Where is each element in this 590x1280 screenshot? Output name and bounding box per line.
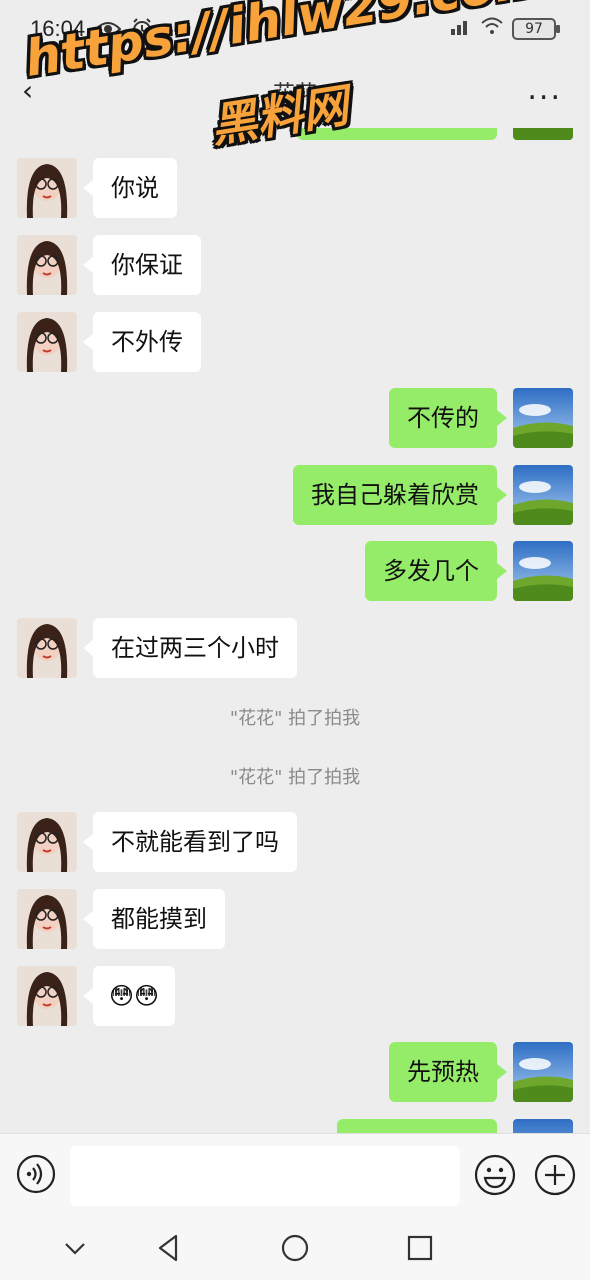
system-message: "花花" 拍了拍我 <box>229 767 361 788</box>
message-row: 你保证 <box>0 235 590 295</box>
chat-title: 花花 <box>272 82 317 107</box>
signal-icon <box>450 16 472 42</box>
self-avatar[interactable] <box>513 541 573 601</box>
message-bubble-self[interactable]: 多发几个 <box>365 541 507 601</box>
self-avatar[interactable] <box>513 388 573 448</box>
voice-icon[interactable] <box>16 1154 56 1194</box>
message-row: 先预热 <box>0 1042 590 1102</box>
system-message: "花花" 拍了拍我 <box>229 708 361 729</box>
message-bubble-contact[interactable]: 你保证 <box>83 235 201 295</box>
status-time: 16:04 <box>30 16 86 41</box>
chat-header: ‹ 花花 ... <box>0 58 590 128</box>
message-row: 不传的 <box>0 388 590 448</box>
input-bar <box>0 1133 590 1217</box>
message-text: 😳😳 <box>109 982 160 1010</box>
message-bubble-self[interactable]: 我自己躲着欣赏 <box>293 465 507 525</box>
message-row: 不就能看到了吗 <box>0 812 590 872</box>
eye-icon <box>95 20 122 38</box>
contact-avatar[interactable] <box>17 312 77 372</box>
alarm-icon <box>131 18 153 40</box>
message-row <box>0 128 590 140</box>
self-avatar[interactable] <box>513 128 573 140</box>
nav-recent-icon[interactable] <box>403 1231 437 1265</box>
system-nav-bar <box>0 1217 590 1280</box>
message-bubble-contact[interactable]: 在过两三个小时 <box>83 618 297 678</box>
more-icon[interactable]: ... <box>527 72 562 107</box>
contact-avatar[interactable] <box>17 812 77 872</box>
message-row: 你说 <box>0 158 590 218</box>
message-row: 不外传 <box>0 312 590 372</box>
contact-avatar[interactable] <box>17 618 77 678</box>
nav-home-icon[interactable] <box>278 1231 312 1265</box>
message-row: 我自己躲着欣赏 <box>0 465 590 525</box>
wifi-icon <box>480 16 504 42</box>
status-bar: 16:04 97 <box>0 0 590 58</box>
battery-icon: 97 <box>512 18 560 40</box>
contact-avatar[interactable] <box>17 235 77 295</box>
emoji-icon[interactable] <box>474 1154 516 1196</box>
message-bubble-self[interactable]: 不传的 <box>389 388 507 448</box>
contact-avatar[interactable] <box>17 158 77 218</box>
message-bubble-contact[interactable]: 你说 <box>83 158 177 218</box>
nav-down-icon[interactable] <box>58 1231 92 1265</box>
plus-icon[interactable] <box>534 1154 576 1196</box>
chat-messages[interactable]: 你说 你保证 不外传 不传的 我自己躲着欣赏 多发几个 在过两三个小时 "花花"… <box>0 128 590 1133</box>
contact-avatar[interactable] <box>17 889 77 949</box>
nav-back-icon[interactable] <box>152 1231 186 1265</box>
message-bubble-contact[interactable]: 都能摸到 <box>83 889 225 949</box>
contact-avatar[interactable] <box>17 966 77 1026</box>
message-row <box>0 1119 590 1133</box>
message-bubble-contact[interactable]: 不外传 <box>83 312 201 372</box>
self-avatar[interactable] <box>513 1119 573 1133</box>
message-bubble-self[interactable]: 先预热 <box>389 1042 507 1102</box>
message-bubble-contact[interactable]: 😳😳 <box>82 966 176 1026</box>
message-row: 在过两三个小时 <box>0 618 590 678</box>
message-row: 都能摸到 <box>0 889 590 949</box>
message-bubble-contact[interactable]: 不就能看到了吗 <box>83 812 297 872</box>
message-row: 😳😳 <box>0 966 590 1026</box>
message-input[interactable] <box>70 1146 460 1206</box>
message-bubble-self[interactable] <box>297 128 497 140</box>
message-bubble-self[interactable] <box>337 1119 497 1133</box>
self-avatar[interactable] <box>513 1042 573 1102</box>
message-row: 多发几个 <box>0 541 590 601</box>
self-avatar[interactable] <box>513 465 573 525</box>
